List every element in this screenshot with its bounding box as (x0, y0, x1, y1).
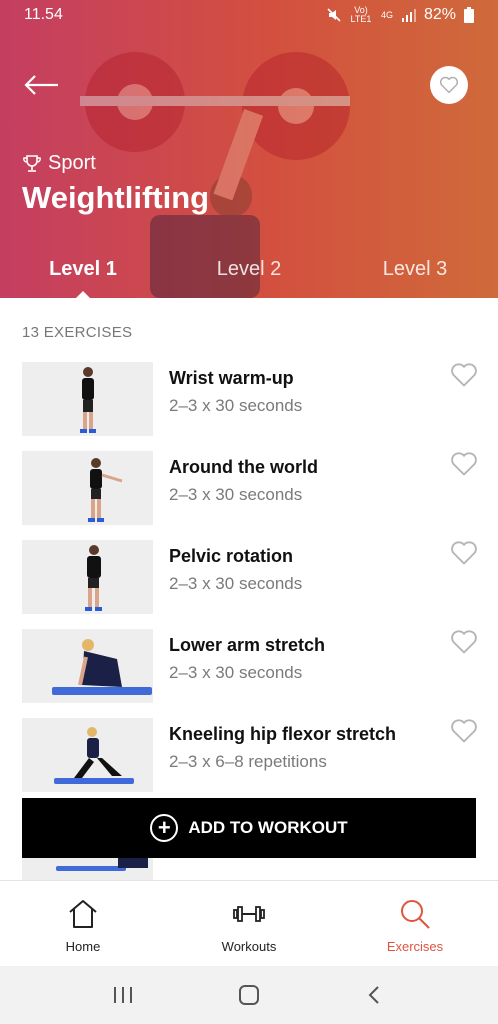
exercise-name: Wrist warm-up (169, 368, 294, 388)
weightlifter-photo (80, 52, 350, 298)
dumbbell-icon (233, 906, 265, 922)
battery-percent: 82% (423, 6, 456, 23)
category-text: Sport (48, 152, 96, 174)
arrow-left-icon (24, 75, 58, 95)
level-tabs: Level 1 Level 2 Level 3 (0, 258, 498, 298)
exercise-detail: 2–3 x 30 seconds (169, 574, 303, 593)
exercise-detail: 2–3 x 30 seconds (169, 485, 303, 504)
exercise-name: Pelvic rotation (169, 546, 294, 566)
heart-icon[interactable] (450, 718, 478, 744)
battery-icon (464, 7, 474, 23)
signal-icon (401, 9, 416, 22)
page-title: Weightlifting (22, 180, 210, 215)
exercise-thumbnail (22, 629, 153, 703)
trophy-icon (23, 154, 41, 172)
list-item[interactable]: Wrist warm-up 2–3 x 30 seconds (0, 362, 498, 451)
add-to-workout-label: ADD TO WORKOUT (188, 818, 348, 837)
network-label: Vo) LTE1 (350, 5, 372, 24)
heart-icon (439, 76, 459, 94)
nav-home[interactable]: Home (0, 881, 166, 966)
system-navigation (0, 966, 498, 1024)
exercise-thumbnail (22, 540, 153, 614)
exercise-thumbnail-partial (22, 858, 153, 880)
exercise-count: 13 EXERCISES (22, 324, 133, 341)
back-nav-icon[interactable] (363, 984, 387, 1006)
exercise-name: Kneeling hip flexor stretch (169, 724, 397, 744)
exercise-name: Lower arm stretch (169, 635, 326, 655)
heart-icon[interactable] (450, 451, 478, 477)
list-item[interactable]: Lower arm stretch 2–3 x 30 seconds (0, 629, 498, 718)
recent-apps-icon[interactable] (111, 984, 135, 1006)
mute-icon (327, 8, 341, 22)
list-item[interactable]: Around the world 2–3 x 30 seconds (0, 451, 498, 540)
search-icon (401, 900, 430, 929)
heart-icon[interactable] (450, 362, 478, 388)
heart-icon[interactable] (450, 540, 478, 566)
category-label: Sport (22, 152, 96, 175)
exercise-list: Wrist warm-up 2–3 x 30 seconds Around th… (0, 362, 498, 807)
nav-workouts[interactable]: Workouts (166, 881, 332, 966)
home-icon (69, 900, 97, 928)
tab-level-2[interactable]: Level 2 (166, 258, 332, 298)
nav-exercises-label: Exercises (386, 939, 444, 954)
exercise-detail: 2–3 x 6–8 repetitions (169, 752, 327, 771)
status-bar: 11.54 Vo) LTE1 4G 82% (0, 0, 498, 30)
list-item[interactable]: Kneeling hip flexor stretch 2–3 x 6–8 re… (0, 718, 498, 807)
plus-circle-icon: + (150, 814, 179, 842)
exercise-name: Around the world (169, 457, 318, 477)
tab-level-3[interactable]: Level 3 (332, 258, 498, 298)
exercise-thumbnail (22, 718, 153, 792)
heart-icon[interactable] (450, 629, 478, 655)
add-to-workout-button[interactable]: + ADD TO WORKOUT (22, 798, 476, 858)
list-item[interactable]: Pelvic rotation 2–3 x 30 seconds (0, 540, 498, 629)
exercise-detail: 2–3 x 30 seconds (169, 396, 303, 415)
favorite-button[interactable] (430, 66, 468, 104)
exercise-thumbnail (22, 362, 153, 436)
network-gen-label: 4G (380, 9, 393, 20)
hero-header: 11.54 Vo) LTE1 4G 82% Sport Weightliftin… (0, 0, 498, 298)
status-icons: Vo) LTE1 4G 82% (326, 6, 474, 24)
bottom-navigation: Home Workouts Exercises (0, 880, 498, 966)
nav-exercises[interactable]: Exercises (332, 881, 498, 966)
home-button-icon[interactable] (237, 984, 261, 1006)
status-time: 11.54 (24, 6, 63, 23)
tab-level-1[interactable]: Level 1 (0, 258, 166, 298)
exercise-thumbnail (22, 451, 153, 525)
exercise-detail: 2–3 x 30 seconds (169, 663, 303, 682)
nav-home-label: Home (65, 939, 101, 954)
nav-workouts-label: Workouts (221, 939, 277, 954)
back-button[interactable] (22, 70, 62, 100)
